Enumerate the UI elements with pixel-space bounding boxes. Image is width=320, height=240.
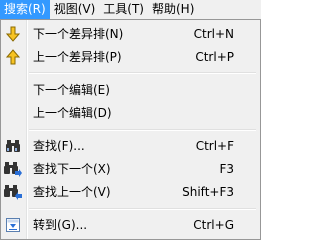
menu-tools[interactable]: 工具(T) bbox=[99, 0, 148, 19]
goto-icon bbox=[4, 216, 22, 234]
menu-item-shortcut: F3 bbox=[219, 162, 234, 176]
menu-item-label: 下一个编辑(E) bbox=[33, 83, 110, 97]
menu-item-prev-edit[interactable]: 上一个编辑(D) bbox=[3, 102, 258, 124]
search-dropdown-menu: 下一个差异排(N) Ctrl+N 上一个差异排(P) Ctrl+P 下一个编辑(… bbox=[0, 19, 261, 240]
menu-item-shortcut: Ctrl+P bbox=[195, 50, 234, 64]
menu-item-shortcut: Ctrl+F bbox=[195, 139, 234, 153]
menu-separator bbox=[29, 129, 256, 131]
menu-item-label: 查找下一个(X) bbox=[33, 162, 111, 176]
menu-item-next-edit[interactable]: 下一个编辑(E) bbox=[3, 79, 258, 101]
menu-item-shortcut: Ctrl+N bbox=[193, 27, 234, 41]
arrow-down-icon bbox=[4, 25, 22, 43]
menu-item-shortcut: Ctrl+G bbox=[193, 218, 234, 232]
menu-item-label: 下一个差异排(N) bbox=[33, 27, 124, 41]
menu-item-find-prev[interactable]: 查找上一个(V) Shift+F3 bbox=[3, 181, 258, 203]
menu-help[interactable]: 帮助(H) bbox=[148, 0, 198, 19]
menu-item-prev-diff[interactable]: 上一个差异排(P) Ctrl+P bbox=[3, 46, 258, 68]
menu-item-shortcut: Shift+F3 bbox=[182, 185, 234, 199]
menu-item-goto[interactable]: 转到(G)... Ctrl+G bbox=[3, 214, 258, 236]
menu-item-next-diff[interactable]: 下一个差异排(N) Ctrl+N bbox=[3, 23, 258, 45]
menu-item-label: 上一个编辑(D) bbox=[33, 106, 112, 120]
binoculars-prev-icon bbox=[4, 183, 22, 201]
menu-item-label: 上一个差异排(P) bbox=[33, 50, 122, 64]
menu-item-find[interactable]: 查找(F)... Ctrl+F bbox=[3, 135, 258, 157]
menu-view[interactable]: 视图(V) bbox=[50, 0, 100, 19]
menu-separator bbox=[29, 208, 256, 210]
menu-separator bbox=[29, 72, 256, 74]
menu-bar: 搜索(R) 视图(V) 工具(T) 帮助(H) bbox=[0, 0, 261, 19]
menu-item-label: 查找(F)... bbox=[33, 139, 85, 153]
menu-item-find-next[interactable]: 查找下一个(X) F3 bbox=[3, 158, 258, 180]
menu-search[interactable]: 搜索(R) bbox=[0, 0, 50, 19]
binoculars-icon bbox=[4, 137, 22, 155]
binoculars-next-icon bbox=[4, 160, 22, 178]
arrow-up-icon bbox=[4, 48, 22, 66]
menu-item-label: 转到(G)... bbox=[33, 218, 88, 232]
menu-item-label: 查找上一个(V) bbox=[33, 185, 111, 199]
